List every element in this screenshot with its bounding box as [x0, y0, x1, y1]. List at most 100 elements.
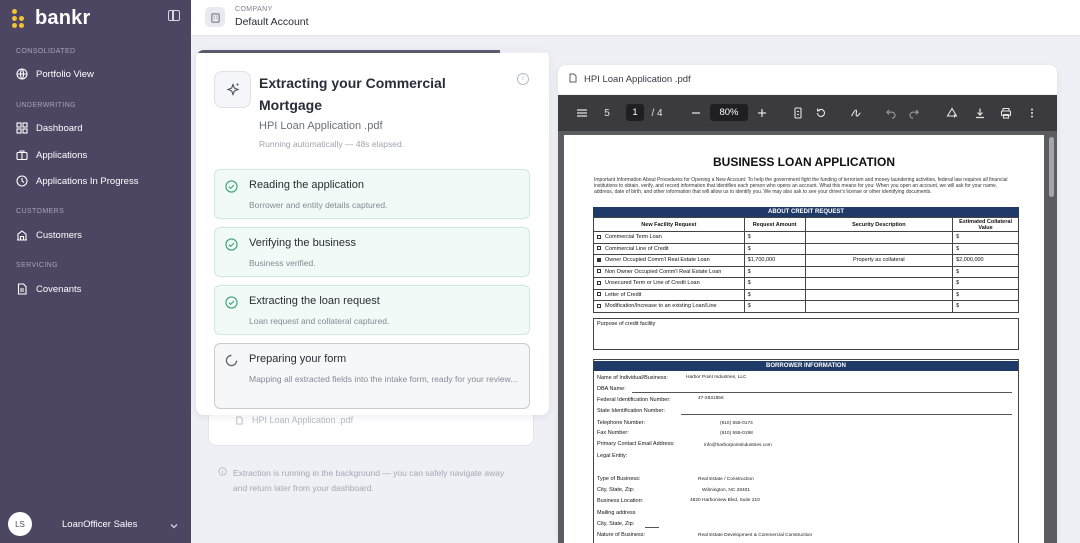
step-description: Borrower and entity details captured. — [249, 200, 388, 210]
checkbox-icon — [597, 280, 601, 285]
field-value: 4820 Harborview Blvd, Suite 210 — [690, 498, 760, 503]
pdf-viewer: HPI Loan Application .pdf 5 1 / 4 80% BU… — [558, 65, 1057, 543]
grid-icon — [16, 122, 28, 134]
field-underline — [645, 527, 659, 528]
user-menu[interactable]: LS LoanOfficer Sales — [8, 512, 183, 536]
amount-cell: $ — [743, 231, 806, 244]
facility-label: Owner Occupied Comm'l Real Estate Loan — [605, 257, 710, 264]
checkbox-icon — [597, 303, 601, 308]
amount-cell: $ — [743, 242, 806, 255]
doc-title: BUSINESS LOAN APPLICATION — [712, 155, 895, 169]
outline-count[interactable]: 5 — [602, 106, 612, 120]
facility-cell: Letter of Credit — [593, 288, 745, 301]
redo-icon[interactable] — [908, 106, 920, 120]
field-label: DBA Name: — [597, 386, 626, 392]
sidebar-toggle-icon[interactable] — [168, 10, 180, 21]
sidebar-item-applications-in-progress[interactable]: Applications In Progress — [16, 175, 138, 187]
user-name: LoanOfficer Sales — [62, 518, 138, 530]
security-cell — [804, 288, 954, 301]
step-title: Reading the application — [249, 179, 364, 191]
checkbox-icon — [597, 269, 601, 274]
fit-page-icon[interactable] — [792, 106, 804, 120]
drive-add-icon[interactable] — [946, 106, 958, 120]
sidebar-item-dashboard[interactable]: Dashboard — [16, 122, 82, 134]
field-label: Federal Identification Number: — [597, 397, 671, 403]
section-servicing: SERVICING — [16, 262, 58, 269]
zoom-level[interactable]: 80% — [710, 104, 748, 121]
facility-label: Commercial Term Loan — [605, 234, 662, 241]
section-consolidated: CONSOLIDATED — [16, 48, 76, 55]
download-icon[interactable] — [974, 106, 986, 120]
info-icon — [218, 466, 227, 496]
print-icon[interactable] — [1000, 106, 1012, 120]
field-value: Harbor Point Industries, LLC — [686, 375, 747, 380]
table-row: Unsecured Term or Line of Credit Loan $ $ — [593, 277, 1019, 290]
facility-cell: Modification/Increase to an existing Loa… — [593, 300, 745, 313]
field-value: (910) 555-0174 — [720, 421, 753, 426]
pdf-toolbar: 5 1 / 4 80% — [558, 95, 1057, 131]
security-cell — [804, 231, 954, 244]
sidebar-item-applications[interactable]: Applications — [16, 149, 87, 161]
security-cell — [804, 277, 954, 290]
brand-logo[interactable]: bankr — [12, 7, 90, 30]
zoom-out-icon[interactable] — [690, 106, 702, 120]
viewer-header: HPI Loan Application .pdf — [558, 65, 1057, 95]
security-cell — [804, 300, 954, 313]
step-description: Loan request and collateral captured. — [249, 316, 390, 326]
pdf-page: BUSINESS LOAN APPLICATION Important Info… — [564, 135, 1044, 543]
undo-icon[interactable] — [885, 106, 897, 120]
page-number-input[interactable]: 1 — [626, 104, 644, 121]
table-row: Commercial Term Loan $ $ — [593, 231, 1019, 244]
rotate-icon[interactable] — [815, 106, 827, 120]
attached-file[interactable]: HPI Loan Application .pdf — [235, 415, 353, 425]
sidebar-item-covenants[interactable]: Covenants — [16, 283, 81, 295]
sidebar-item-label: Dashboard — [36, 122, 83, 134]
annotate-icon[interactable] — [850, 106, 862, 120]
checkbox-icon — [597, 234, 601, 239]
zoom-in-icon[interactable] — [756, 106, 768, 120]
amount-cell: $1,700,000 — [743, 254, 806, 267]
field-label: State Identification Number: — [597, 408, 665, 414]
field-value: info@harborpointindustries.com — [704, 443, 772, 448]
avatar: LS — [8, 512, 32, 536]
brand-mark-icon — [12, 8, 30, 29]
field-value: Real Estate Development & Commercial Con… — [698, 533, 813, 538]
amount-cell: $ — [743, 288, 806, 301]
facility-label: Non Owner Occupied Comm'l Real Estate Lo… — [605, 268, 722, 275]
checkbox-icon — [597, 246, 601, 251]
pdf-scrollbar[interactable] — [1049, 137, 1054, 197]
sidebar-item-portfolio-view[interactable]: Portfolio View — [16, 68, 94, 80]
table-row: Owner Occupied Comm'l Real Estate Loan $1… — [593, 254, 1019, 267]
table-header-row: New Facility Request Request Amount Secu… — [593, 217, 1019, 232]
field-label: Mailing address — [597, 510, 636, 516]
security-cell — [804, 265, 954, 278]
purpose-label: Purpose of credit facility — [597, 321, 656, 327]
info-icon[interactable]: i — [517, 73, 529, 85]
step-preparing-form: Preparing your form Mapping all extracte… — [214, 343, 530, 409]
building-icon — [16, 229, 28, 241]
field-label: Name of Individual/Business: — [597, 375, 668, 381]
extraction-status: Running automatically — 48s elapsed. — [259, 139, 405, 149]
facility-cell: Non Owner Occupied Comm'l Real Estate Lo… — [593, 265, 745, 278]
menu-icon[interactable] — [575, 106, 589, 120]
more-options-icon[interactable] — [1028, 106, 1036, 120]
section-underwriting: UNDERWRITING — [16, 102, 76, 109]
amount-cell: $ — [743, 265, 806, 278]
step-description: Business verified. — [249, 258, 316, 268]
field-value: 47-2831856 — [698, 396, 724, 401]
top-header: COMPANY Default Account — [191, 0, 1080, 36]
field-label: Nature of Business: — [597, 532, 645, 538]
sparkle-icon — [214, 71, 251, 108]
field-value: Real Estate / Construction — [698, 477, 754, 482]
sidebar-item-customers[interactable]: Customers — [16, 229, 82, 241]
checkbox-icon — [597, 292, 601, 297]
security-cell — [804, 242, 954, 255]
total-pages: / 4 — [651, 107, 663, 119]
briefcase-icon — [16, 149, 28, 161]
sidebar-item-label: Applications — [36, 149, 88, 161]
pdf-canvas[interactable]: BUSINESS LOAN APPLICATION Important Info… — [558, 131, 1057, 543]
spinner-icon — [225, 354, 238, 367]
company-switcher[interactable]: Default Account — [235, 16, 309, 28]
amount-cell: $ — [743, 300, 806, 313]
chevron-down-icon[interactable] — [169, 518, 179, 529]
